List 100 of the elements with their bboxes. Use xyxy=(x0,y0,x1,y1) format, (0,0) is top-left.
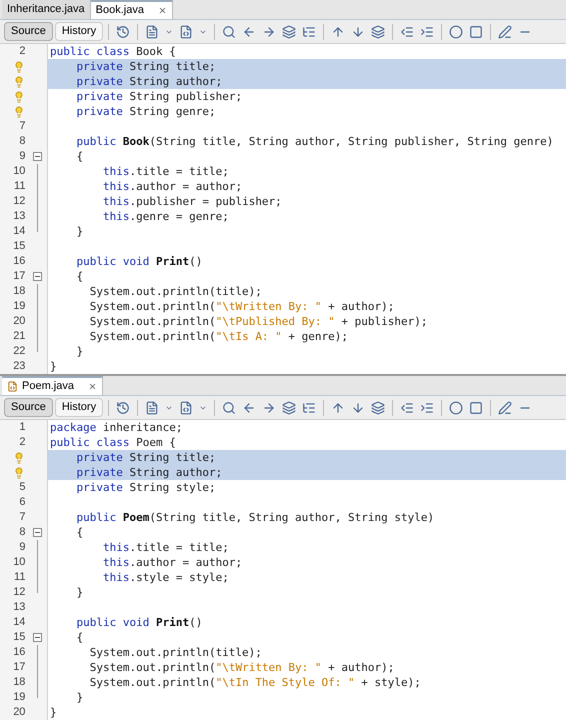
code-text: } xyxy=(50,359,57,374)
line-number: 15 xyxy=(13,239,26,254)
code-text: private String title; xyxy=(75,59,216,74)
close-icon[interactable] xyxy=(158,6,167,15)
document-icon[interactable] xyxy=(145,24,160,38)
search-icon[interactable] xyxy=(222,24,236,38)
code-text: public Book(String title, String author, String publisher, String genre) xyxy=(75,134,554,149)
line-number: 8 xyxy=(19,525,26,540)
line-number: 7 xyxy=(19,119,26,134)
code-text: } xyxy=(50,705,57,720)
code-text: private String author; xyxy=(75,74,222,89)
code-text: package inheritance; xyxy=(50,420,182,435)
file-tab[interactable]: Poem.java xyxy=(2,376,103,395)
indent-icon[interactable] xyxy=(420,400,434,414)
list-icon[interactable] xyxy=(302,400,316,414)
code-text: this.publisher = publisher; xyxy=(102,194,282,209)
line-number: 17 xyxy=(13,269,26,284)
code-text: private String style; xyxy=(75,480,216,495)
code-text: System.out.println(title); xyxy=(88,284,262,299)
code-text: System.out.println(title); xyxy=(88,645,262,660)
line-number: 9 xyxy=(19,540,26,556)
code-text: System.out.println("\tIs A: " + genre); xyxy=(88,329,348,344)
code-text: public Poem(String title, String author, String style) xyxy=(75,510,434,525)
close-icon[interactable] xyxy=(88,382,97,391)
stack-icon[interactable] xyxy=(371,24,386,38)
list-icon[interactable] xyxy=(302,24,316,38)
code-text: { xyxy=(75,149,84,164)
circle-icon[interactable] xyxy=(449,24,464,38)
code-text: this.title = title; xyxy=(102,540,229,555)
outdent-icon[interactable] xyxy=(400,24,414,38)
line-number: 21 xyxy=(13,329,26,344)
line-number: 9 xyxy=(19,149,26,164)
line-number: 12 xyxy=(13,585,26,600)
line-number: 19 xyxy=(13,690,26,706)
line-number: 20 xyxy=(13,314,26,330)
line-number: 10 xyxy=(13,164,26,180)
line-number: 18 xyxy=(13,284,26,300)
view-tab[interactable]: History xyxy=(54,398,104,417)
code-text: this.author = author; xyxy=(102,179,242,194)
code-text: System.out.println("\tWritten By: " + author); xyxy=(88,660,394,675)
code-text: { xyxy=(75,630,84,645)
view-tab[interactable]: Source xyxy=(4,22,53,41)
line-number: 13 xyxy=(13,209,26,224)
layers-icon[interactable] xyxy=(282,400,296,414)
stack-icon[interactable] xyxy=(371,400,386,414)
arrow-up-icon[interactable] xyxy=(331,400,346,414)
view-tab[interactable]: Source xyxy=(4,398,53,417)
fold-toggle[interactable] xyxy=(32,152,42,161)
line-number: 20 xyxy=(13,705,26,720)
line-number: 15 xyxy=(13,630,26,646)
layers-icon[interactable] xyxy=(282,24,296,38)
file-tab[interactable]: Inheritance.java xyxy=(2,0,91,19)
line-number: 18 xyxy=(13,675,26,690)
code-text: public void Print() xyxy=(75,254,202,269)
line-number: 2 xyxy=(19,44,26,60)
history-icon[interactable] xyxy=(116,400,130,414)
arrow-down-icon[interactable] xyxy=(351,400,366,414)
line-number: 10 xyxy=(13,555,26,570)
code-text: { xyxy=(75,525,84,540)
code-text: } xyxy=(75,224,84,239)
pen-icon[interactable] xyxy=(498,400,512,414)
line-number: 13 xyxy=(13,600,26,616)
line-number: 1 xyxy=(19,420,26,436)
line-number: 14 xyxy=(13,615,26,630)
document-icon[interactable] xyxy=(145,400,160,414)
line-number: 5 xyxy=(19,480,26,496)
fold-toggle[interactable] xyxy=(32,272,42,281)
line-number: 14 xyxy=(13,224,26,240)
square-icon[interactable] xyxy=(469,24,484,38)
file-icon[interactable] xyxy=(179,400,194,414)
code-text: public class Poem { xyxy=(50,435,176,450)
search-icon[interactable] xyxy=(222,400,236,414)
file-tab[interactable]: Book.java xyxy=(90,0,173,19)
line-number: 2 xyxy=(19,435,26,450)
line-number: 11 xyxy=(14,179,26,194)
outdent-icon[interactable] xyxy=(400,400,414,414)
line-number: 19 xyxy=(13,299,26,314)
circle-icon[interactable] xyxy=(449,400,464,414)
arrow-down-icon[interactable] xyxy=(351,24,366,38)
code-text: public void Print() xyxy=(75,615,202,630)
fold-toggle[interactable] xyxy=(32,633,42,642)
line-number: 7 xyxy=(19,510,26,526)
code-text: System.out.println("\tPublished By: " + publisher); xyxy=(88,314,428,329)
fold-toggle[interactable] xyxy=(32,528,42,537)
code-text: this.style = style; xyxy=(102,570,229,585)
code-text: } xyxy=(75,690,84,705)
code-text: private String publisher; xyxy=(75,89,242,104)
line-number: 8 xyxy=(19,134,26,150)
code-text: } xyxy=(75,585,84,600)
history-icon[interactable] xyxy=(116,24,130,38)
line-number: 12 xyxy=(13,194,26,210)
code-text: private String genre; xyxy=(75,104,216,119)
square-icon[interactable] xyxy=(469,400,484,414)
view-tab[interactable]: History xyxy=(54,22,104,41)
pen-icon[interactable] xyxy=(498,24,512,38)
file-icon[interactable] xyxy=(179,24,194,38)
code-text: private String title; xyxy=(75,450,216,465)
indent-icon[interactable] xyxy=(420,24,434,38)
line-number: 16 xyxy=(13,254,26,270)
arrow-up-icon[interactable] xyxy=(331,24,346,38)
